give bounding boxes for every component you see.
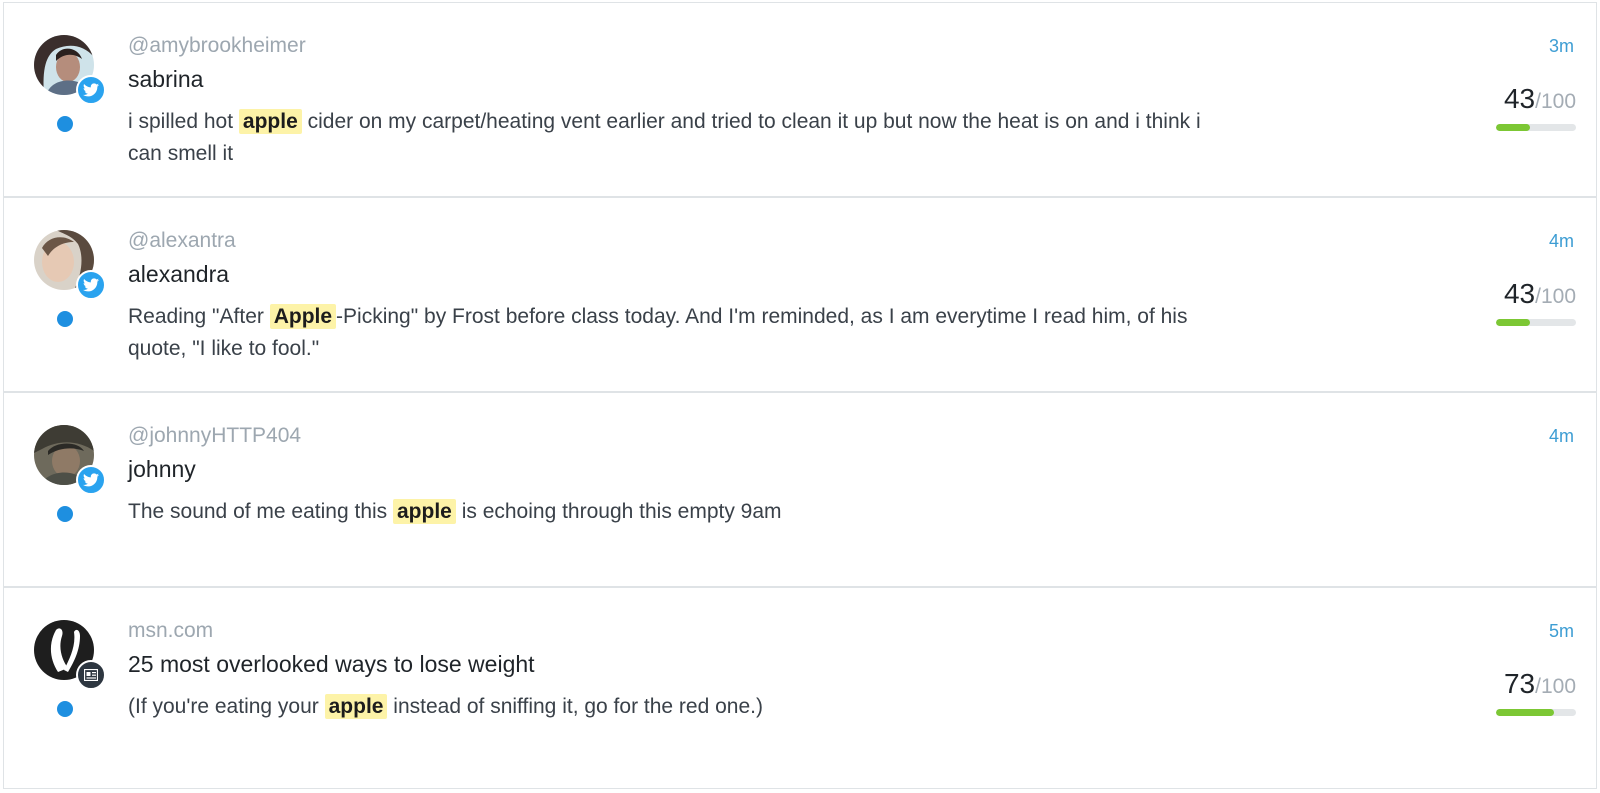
timestamp[interactable]: 5m bbox=[1549, 621, 1574, 642]
timestamp[interactable]: 4m bbox=[1549, 426, 1574, 447]
mention-item[interactable]: @johnnyHTTP404 johnny The sound of me ea… bbox=[4, 393, 1596, 588]
keyword-highlight: apple bbox=[393, 499, 456, 524]
twitter-icon bbox=[76, 270, 106, 300]
twitter-icon bbox=[76, 75, 106, 105]
score: 43/100 bbox=[1496, 83, 1576, 115]
text-before: i spilled hot bbox=[128, 110, 239, 133]
keyword-highlight: Apple bbox=[269, 304, 337, 329]
keyword-highlight: apple bbox=[238, 109, 302, 134]
mention-item[interactable]: @alexantra alexandra Reading "After Appl… bbox=[4, 198, 1596, 393]
author-handle[interactable]: @alexantra bbox=[128, 229, 236, 253]
author-name[interactable]: sabrina bbox=[128, 66, 203, 93]
score-bar-fill bbox=[1496, 709, 1555, 716]
score-max: /100 bbox=[1535, 675, 1576, 698]
score-bar-fill bbox=[1496, 124, 1531, 131]
author-name[interactable]: johnny bbox=[128, 456, 196, 483]
mention-item[interactable]: @amybrookheimer sabrina i spilled hot ap… bbox=[4, 3, 1596, 198]
score-max: /100 bbox=[1535, 90, 1576, 113]
newspaper-icon bbox=[76, 660, 106, 690]
mention-text: i spilled hot apple cider on my carpet/h… bbox=[128, 106, 1208, 170]
score-bar-fill bbox=[1496, 319, 1531, 326]
twitter-icon bbox=[76, 465, 106, 495]
score-bar bbox=[1496, 124, 1576, 131]
mention-text: Reading "After Apple -Picking" by Frost b… bbox=[128, 301, 1208, 365]
text-before: (If you're eating your bbox=[128, 695, 325, 718]
text-after: is echoing through this empty 9am bbox=[455, 500, 782, 523]
keyword-highlight: apple bbox=[324, 694, 388, 719]
unread-indicator bbox=[57, 311, 73, 327]
text-after: instead of sniffing it, go for the red o… bbox=[387, 695, 763, 718]
timestamp[interactable]: 4m bbox=[1549, 231, 1574, 252]
unread-indicator bbox=[57, 506, 73, 522]
author-handle[interactable]: @johnnyHTTP404 bbox=[128, 424, 301, 448]
mention-feed: @amybrookheimer sabrina i spilled hot ap… bbox=[3, 2, 1597, 789]
score-value: 73 bbox=[1503, 668, 1536, 699]
score: 43/100 bbox=[1496, 278, 1576, 310]
mention-text: (If you're eating your apple instead of … bbox=[128, 691, 1208, 723]
score-bar bbox=[1496, 709, 1576, 716]
unread-indicator bbox=[57, 116, 73, 132]
source-domain[interactable]: msn.com bbox=[128, 619, 213, 643]
score-max: /100 bbox=[1535, 285, 1576, 308]
timestamp[interactable]: 3m bbox=[1549, 36, 1574, 57]
mention-text: The sound of me eating this apple is ech… bbox=[128, 496, 1208, 528]
score-value: 43 bbox=[1503, 278, 1536, 309]
text-before: Reading "After bbox=[128, 305, 270, 328]
article-title[interactable]: 25 most overlooked ways to lose weight bbox=[128, 651, 535, 678]
text-before: The sound of me eating this bbox=[128, 500, 393, 523]
mention-item[interactable]: msn.com 25 most overlooked ways to lose … bbox=[4, 588, 1596, 783]
score-value: 43 bbox=[1503, 83, 1536, 114]
score-bar bbox=[1496, 319, 1576, 326]
author-name[interactable]: alexandra bbox=[128, 261, 229, 288]
author-handle[interactable]: @amybrookheimer bbox=[128, 34, 306, 58]
score: 73/100 bbox=[1496, 668, 1576, 700]
unread-indicator bbox=[57, 701, 73, 717]
